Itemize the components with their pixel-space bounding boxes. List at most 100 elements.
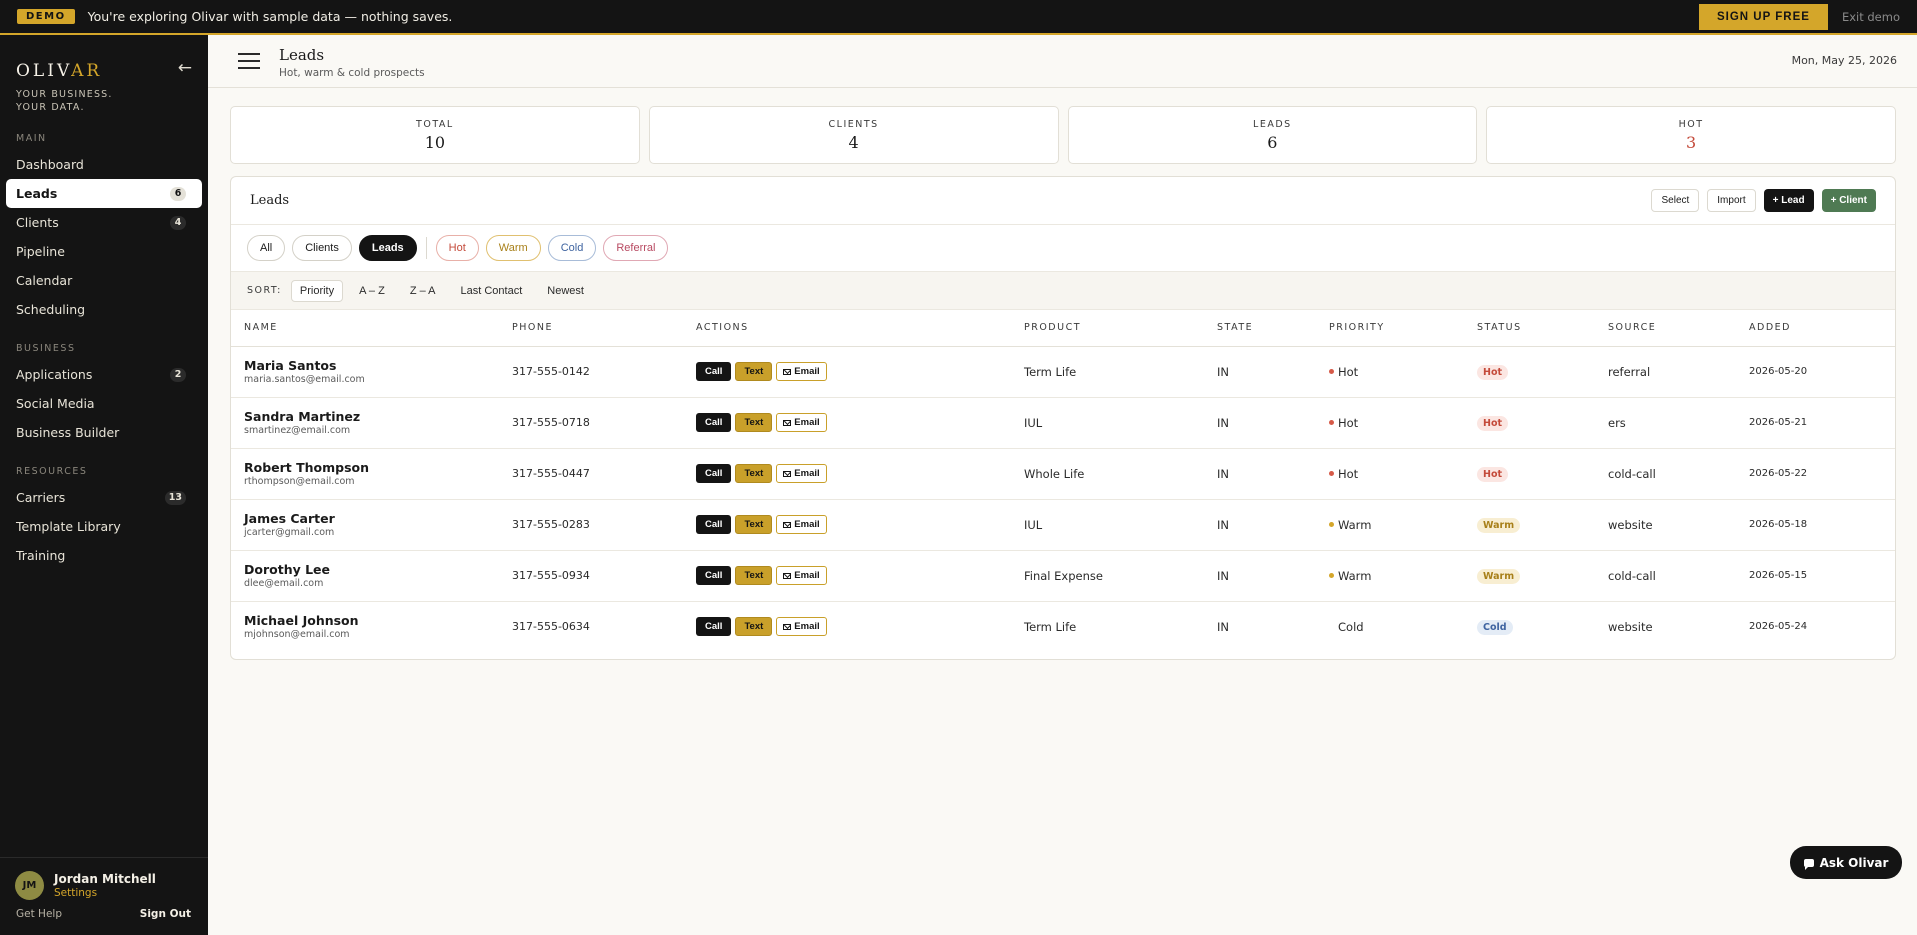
filter-hot[interactable]: Hot (435, 235, 479, 261)
sort-a-z[interactable]: A – Z (350, 280, 394, 302)
collapse-arrow-icon[interactable]: ← (178, 58, 192, 78)
filter-warm[interactable]: Warm (485, 235, 541, 261)
email-button[interactable]: Email (776, 617, 827, 637)
add-client-button[interactable]: + Client (1821, 189, 1876, 212)
sidebar-item-training[interactable]: Training (6, 541, 202, 570)
col-added[interactable]: ADDED (1749, 310, 1895, 347)
email-button[interactable]: Email (776, 566, 827, 585)
col-product[interactable]: PRODUCT (1024, 310, 1217, 347)
demo-tag: DEMO (17, 9, 75, 24)
lead-name[interactable]: Maria Santos (244, 358, 512, 373)
leads-panel: Leads Select Import + Lead + Client All … (230, 176, 1896, 660)
table-row[interactable]: Michael Johnson mjohnson@email.com 317-555… (231, 601, 1895, 652)
sidebar-item-pipeline[interactable]: Pipeline (6, 237, 202, 266)
lead-name[interactable]: Dorothy Lee (244, 562, 512, 577)
sort-last-contact[interactable]: Last Contact (452, 280, 532, 302)
exit-demo-link[interactable]: Exit demo (1842, 10, 1900, 24)
sidebar-item-leads[interactable]: Leads 6 (6, 179, 202, 208)
phone-cell: 317-555-0283 (512, 499, 696, 551)
sidebar-item-carriers[interactable]: Carriers 13 (6, 483, 202, 512)
sign-up-button[interactable]: SIGN UP FREE (1699, 3, 1828, 30)
stat-label: TOTAL (416, 119, 454, 130)
text-button[interactable]: Text (735, 515, 773, 534)
sort-z-a[interactable]: Z – A (401, 280, 445, 302)
state-cell: IN (1217, 499, 1329, 551)
status-cell: Hot (1477, 448, 1608, 500)
call-button[interactable]: Call (696, 515, 732, 534)
mail-icon (783, 470, 792, 477)
sidebar-item-scheduling[interactable]: Scheduling (6, 295, 202, 324)
email-button[interactable]: Email (776, 515, 827, 534)
ask-olivar-button[interactable]: Ask Olivar (1790, 846, 1902, 879)
col-priority[interactable]: PRIORITY (1329, 310, 1477, 347)
sidebar-item-business-builder[interactable]: Business Builder (6, 418, 202, 447)
lead-name[interactable]: Robert Thompson (244, 460, 512, 475)
sidebar-item-social-media[interactable]: Social Media (6, 389, 202, 418)
call-button[interactable]: Call (696, 566, 732, 585)
sidebar-item-calendar[interactable]: Calendar (6, 266, 202, 295)
priority-label: Hot (1338, 364, 1359, 379)
avatar[interactable]: JM (15, 871, 44, 900)
col-source[interactable]: SOURCE (1608, 310, 1749, 347)
mail-icon (783, 623, 792, 630)
status-cell: Warm (1477, 550, 1608, 602)
menu-icon[interactable] (238, 53, 260, 69)
email-button[interactable]: Email (776, 464, 827, 483)
source-cell: cold-call (1608, 550, 1749, 602)
sidebar-item-clients[interactable]: Clients 4 (6, 208, 202, 237)
text-button[interactable]: Text (735, 413, 773, 432)
select-button[interactable]: Select (1651, 189, 1700, 212)
lead-name[interactable]: Sandra Martinez (244, 409, 512, 424)
filter-divider (425, 237, 427, 259)
filter-cold[interactable]: Cold (547, 235, 597, 261)
table-row[interactable]: James Carter jcarter@gmail.com 317-555-028… (231, 499, 1895, 551)
call-button[interactable]: Call (696, 464, 732, 483)
name-cell: Maria Santos maria.santos@email.com (231, 346, 512, 398)
priority-dot (1329, 522, 1334, 527)
sort-row: SORT: Priority A – Z Z – A Last Contact … (231, 272, 1895, 310)
add-lead-button[interactable]: + Lead (1763, 189, 1814, 212)
sort-newest[interactable]: Newest (538, 280, 593, 302)
filter-clients[interactable]: Clients (292, 235, 352, 261)
filter-all[interactable]: All (247, 235, 286, 261)
email-button[interactable]: Email (776, 413, 827, 432)
settings-link[interactable]: Settings (54, 887, 156, 899)
lead-name[interactable]: Michael Johnson (244, 613, 512, 628)
text-button[interactable]: Text (735, 566, 773, 585)
state-cell: IN (1217, 550, 1329, 602)
text-button[interactable]: Text (735, 464, 773, 483)
call-button[interactable]: Call (696, 617, 732, 637)
call-button[interactable]: Call (696, 362, 732, 381)
sidebar-item-template-library[interactable]: Template Library (6, 512, 202, 541)
email-button[interactable]: Email (776, 362, 827, 381)
actions-cell: Call Text Email (696, 550, 1024, 602)
filter-leads[interactable]: Leads (358, 235, 417, 261)
col-name[interactable]: NAME (231, 310, 512, 347)
filter-referral[interactable]: Referral (603, 235, 669, 261)
get-help-link[interactable]: Get Help (16, 908, 62, 920)
mail-icon (783, 572, 792, 579)
table-row[interactable]: Maria Santos maria.santos@email.com 317-55… (231, 346, 1895, 398)
text-button[interactable]: Text (735, 362, 773, 381)
text-button[interactable]: Text (735, 617, 773, 637)
table-row[interactable]: Sandra Martinez smartinez@email.com 317-55… (231, 397, 1895, 449)
page-subtitle: Hot, warm & cold prospects (279, 67, 425, 79)
lead-email: smartinez@email.com (244, 425, 351, 436)
col-state[interactable]: STATE (1217, 310, 1329, 347)
sidebar-item-dashboard[interactable]: Dashboard (6, 150, 202, 179)
table-row[interactable]: Dorothy Lee dlee@email.com 317-555-0934 Cal… (231, 550, 1895, 602)
added-cell: 2026-05-22 (1749, 448, 1895, 500)
call-button[interactable]: Call (696, 413, 732, 432)
state-cell: IN (1217, 346, 1329, 398)
table-row[interactable]: Robert Thompson rthompson@email.com 317-55… (231, 448, 1895, 500)
priority-cell: Hot (1329, 346, 1477, 398)
panel-header: Leads Select Import + Lead + Client (231, 177, 1895, 225)
sign-out-link[interactable]: Sign Out (140, 908, 191, 920)
col-status[interactable]: STATUS (1477, 310, 1608, 347)
lead-name[interactable]: James Carter (244, 511, 512, 526)
import-button[interactable]: Import (1707, 189, 1756, 212)
sort-priority[interactable]: Priority (290, 279, 344, 302)
phone-cell: 317-555-0447 (512, 448, 696, 500)
sidebar-item-applications[interactable]: Applications 2 (6, 360, 202, 389)
col-phone[interactable]: PHONE (512, 310, 696, 347)
